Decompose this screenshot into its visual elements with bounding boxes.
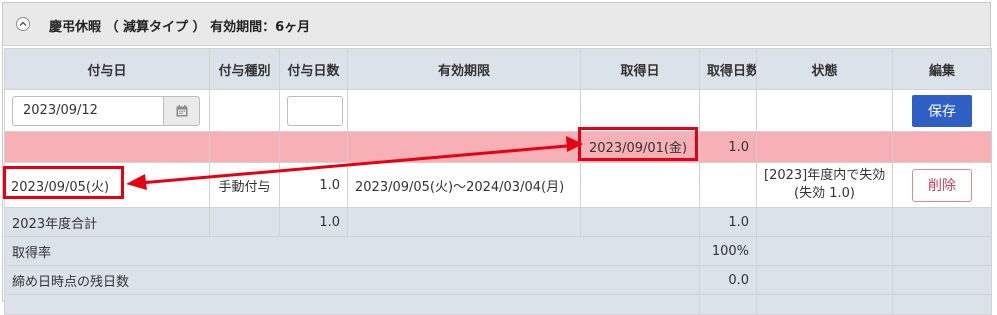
table-header-row: 付与日 付与種別 付与日数 有効期限 取得日 取得日数 状態 編集: [4, 48, 992, 90]
table-row-grant: 手動付与 1.0 2023/09/05(火)～2024/03/04(月) [20…: [4, 162, 992, 208]
grant-table: 付与日 付与種別 付与日数 有効期限 取得日 取得日数 状態 編集 2023/0…: [4, 48, 992, 315]
taken-days-cell: 1.0: [699, 131, 757, 163]
col-header-grant-date: 付与日: [4, 48, 210, 90]
form-status-cell: [756, 89, 893, 132]
date-picker: [12, 95, 200, 126]
delete-button[interactable]: 削除: [912, 168, 972, 202]
panel-header[interactable]: 慶弔休暇 （ 減算タイプ ） 有効期間：6ヶ月: [3, 3, 990, 46]
rate-value: 100%: [699, 236, 757, 266]
rate-label: 取得率: [4, 236, 700, 266]
form-validity-cell: [347, 89, 581, 132]
grant-days-cell: 1.0: [279, 162, 348, 208]
table-row-rate: 取得率 100%: [4, 236, 992, 266]
form-date-cell: [4, 89, 210, 132]
col-header-status: 状態: [756, 48, 893, 90]
save-button[interactable]: 保存: [912, 94, 972, 127]
summary-taken: 1.0: [699, 207, 757, 237]
grant-validity-cell: 2023/09/05(火)～2024/03/04(月): [347, 162, 581, 208]
collapse-toggle-icon[interactable]: [16, 17, 30, 31]
grant-type-cell: 手動付与: [209, 162, 280, 208]
panel-title: 慶弔休暇 （ 減算タイプ ） 有効期間：6ヶ月: [49, 20, 311, 35]
status-line-1: [2023]年度内で失効: [764, 168, 886, 183]
remaining-label: 締め日時点の残日数: [4, 265, 700, 295]
col-header-validity: 有効期限: [347, 48, 581, 90]
grant-days-input[interactable]: [287, 95, 343, 126]
col-header-grant-days: 付与日数: [279, 48, 348, 90]
summary-label: 2023年度合計: [4, 207, 210, 237]
table-row-summary: 2023年度合計 1.0 1.0: [4, 207, 992, 237]
col-header-edit: 編集: [892, 48, 992, 90]
calendar-icon: [176, 104, 188, 116]
grant-date-text: 2023/09/05(火): [11, 180, 110, 195]
table-row-remaining: 締め日時点の残日数 0.0: [4, 265, 992, 295]
grant-edit-cell: 削除: [892, 162, 992, 208]
form-days-cell: [279, 89, 348, 132]
table-row-taken: 1.0: [4, 131, 992, 163]
calendar-button[interactable]: [164, 95, 200, 126]
remaining-value: 0.0: [699, 265, 757, 295]
col-header-taken-days: 取得日数: [699, 48, 757, 90]
leave-panel: 慶弔休暇 （ 減算タイプ ） 有効期間：6ヶ月 付与日 付与種別 付与日数 有効…: [2, 2, 992, 315]
table-row-form: 保存: [4, 89, 992, 132]
status-line-2: (失効 1.0): [794, 186, 855, 201]
grant-status-cell: [2023]年度内で失効 (失効 1.0): [756, 162, 893, 208]
summary-granted: 1.0: [279, 207, 348, 237]
form-taken-days-cell: [699, 89, 757, 132]
form-edit-cell: 保存: [892, 89, 992, 132]
form-taken-date-cell: [580, 89, 700, 132]
taken-date-text: 2023/09/01(金): [589, 141, 688, 156]
col-header-grant-type: 付与種別: [209, 48, 280, 90]
grant-date-input[interactable]: [12, 95, 164, 126]
col-header-taken-date: 取得日: [580, 48, 700, 90]
form-type-cell: [209, 89, 280, 132]
